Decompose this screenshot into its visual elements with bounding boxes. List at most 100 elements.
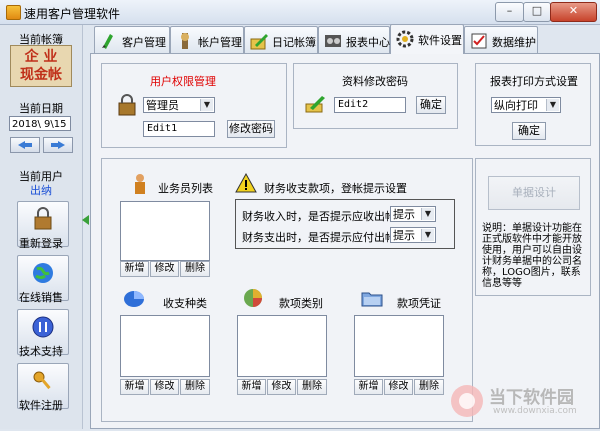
password-field[interactable]: Edit1 [143,121,215,137]
vouchers-list[interactable] [354,315,444,377]
register-label: 软件注册 [19,399,63,412]
print-settings-panel: 报表打印方式设置 纵向打印 ▼ 确定 [475,63,591,146]
collapse-sidebar-icon[interactable] [82,215,90,225]
print-confirm-button[interactable]: 确定 [512,122,546,140]
current-date-label: 当前日期 [19,102,63,115]
income-types-edit-button[interactable]: 修改 [150,379,179,395]
lists-panel: 业务员列表 新增 修改 删除 财务收支款项，登帐提示设置 财务收入时，是否提示应… [101,158,473,422]
chevron-down-icon: ▼ [200,99,213,111]
vouchers-title: 款项凭证 [397,297,441,310]
receipt-design-panel: 单据设计 说明：单据设计功能在正式版软件中才能开放使用，用户可以自由设计财务单据… [475,158,591,296]
reminder-box: 财务收入时，是否提示应收出帐？ 提示 ▼ 财务支出时，是否提示应付出帐？ 提示 ▼ [235,199,455,249]
app-icon [6,5,21,20]
pie-chart-icon [124,291,144,307]
income-types-list[interactable] [120,315,210,377]
user-lock-icon [118,94,136,116]
profile-password-panel: 资料修改密码 Edit2 确定 [293,63,458,129]
payment-types-title: 款项类别 [279,297,323,310]
window-title: 速用客户管理软件 [24,7,121,21]
watermark-url: www.downxia.com [493,406,577,416]
prev-date-button[interactable] [10,137,40,153]
salesmen-add-button[interactable]: 新增 [120,261,149,277]
arrow-right-icon [51,141,65,149]
sidebar: 当前帐簿 企 业 现金帐 当前日期 2018\ 9\15 当前用户 出纳 重新登… [0,25,83,429]
vouchers-delete-button[interactable]: 删除 [414,379,444,395]
folder-icon [361,292,383,307]
salesmen-title: 业务员列表 [158,182,213,195]
arrow-left-icon [18,141,32,149]
receipt-design-note: 说明：单据设计功能在正式版软件中才能开放使用，用户可以自由设计财务单据中的公司名… [482,223,582,289]
settings-content: 用户权限管理 管理员 ▼ Edit1 修改密码 资料修改密码 Edit2 确定 报… [90,53,600,429]
support-icon [32,316,54,338]
income-reminder-label: 财务收入时，是否提示应收出帐？ [242,210,407,223]
tab-journal[interactable]: 日记帐簿 [244,26,318,53]
salesman-icon [135,174,145,194]
logo-line-2: 现金帐 [20,67,62,83]
main-tabs: 客户管理 帐户管理 日记帐簿 报表中心 软件设置 数据维护 [90,24,600,55]
expense-reminder-value: 提示 [393,229,415,242]
payment-types-list[interactable] [237,315,327,377]
customer-icon [102,34,113,49]
date-picker[interactable]: 2018\ 9\15 [9,116,71,131]
user-permission-title: 用户权限管理 [150,75,216,88]
income-types-delete-button[interactable]: 删除 [180,379,210,395]
payment-types-edit-button[interactable]: 修改 [267,379,296,395]
report-icon [325,35,341,47]
chevron-down-icon: ▼ [421,208,434,220]
logo-line-1: 企 业 [24,49,58,65]
warning-icon [235,173,257,193]
vouchers-edit-button[interactable]: 修改 [384,379,413,395]
category-icon [244,289,262,307]
journal-icon [250,34,268,50]
role-select-value: 管理员 [146,99,179,112]
salesmen-edit-button[interactable]: 修改 [150,261,179,277]
title-bar: 速用客户管理软件 – □ ✕ [0,0,600,25]
tab-settings[interactable]: 软件设置 [390,24,464,54]
income-reminder-select[interactable]: 提示 ▼ [390,206,436,222]
tab-settings-label: 软件设置 [418,34,462,47]
tab-data[interactable]: 数据维护 [464,26,538,53]
tab-data-label: 数据维护 [492,36,536,49]
tab-account[interactable]: 帐户管理 [170,26,244,53]
maximize-button[interactable]: □ [523,2,551,22]
receipt-design-button[interactable]: 单据设计 [488,176,580,210]
print-mode-value: 纵向打印 [494,99,538,112]
globe-icon [33,263,53,283]
income-types-add-button[interactable]: 新增 [120,379,149,395]
role-select[interactable]: 管理员 ▼ [143,97,215,113]
next-date-button[interactable] [43,137,73,153]
watermark-logo-icon [451,385,483,417]
income-types-title: 收支种类 [163,297,207,310]
settings-icon [396,30,414,48]
profile-confirm-button[interactable]: 确定 [416,96,446,114]
change-password-button[interactable]: 修改密码 [227,120,275,138]
salesmen-list[interactable] [120,201,210,261]
expense-reminder-select[interactable]: 提示 ▼ [390,227,436,243]
close-button[interactable]: ✕ [550,2,597,22]
key-icon [33,371,51,390]
salesmen-delete-button[interactable]: 删除 [180,261,210,277]
tech-support-label: 技术支持 [19,345,63,358]
payment-types-add-button[interactable]: 新增 [237,379,266,395]
tab-customer[interactable]: 客户管理 [94,26,170,53]
tab-report-label: 报表中心 [346,36,390,49]
chevron-down-icon: ▼ [421,229,434,241]
print-mode-select[interactable]: 纵向打印 ▼ [491,97,561,113]
vouchers-add-button[interactable]: 新增 [354,379,383,395]
tab-report[interactable]: 报表中心 [318,26,390,53]
chevron-down-icon: ▼ [546,99,559,111]
income-reminder-value: 提示 [393,208,415,221]
tab-journal-label: 日记帐簿 [272,36,316,49]
watermark-text: 当下软件园 [489,388,574,408]
minimize-button[interactable]: – [495,2,524,22]
current-user-value: 出纳 [30,184,52,197]
expense-reminder-label: 财务支出时，是否提示应付出帐？ [242,231,407,244]
watermark: 当下软件园 www.downxia.com [449,379,599,429]
ledger-logo: 企 业 现金帐 [10,45,72,87]
tab-customer-label: 客户管理 [122,36,166,49]
online-sales-label: 在线销售 [19,291,63,304]
user-permission-panel: 用户权限管理 管理员 ▼ Edit1 修改密码 [101,63,287,148]
payment-types-delete-button[interactable]: 删除 [297,379,327,395]
profile-password-title: 资料修改密码 [342,75,408,88]
profile-password-field[interactable]: Edit2 [334,97,406,113]
